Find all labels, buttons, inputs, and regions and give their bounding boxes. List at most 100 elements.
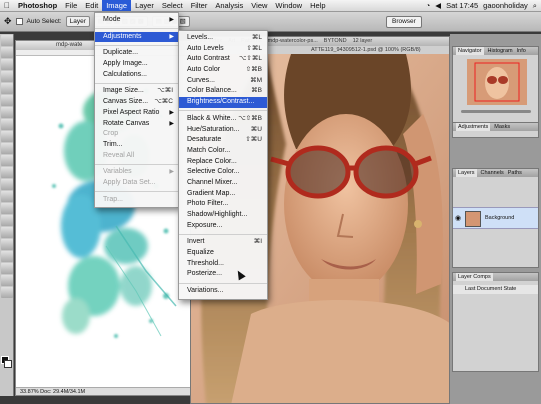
adjustments-item-gradient-map[interactable]: Gradient Map... bbox=[179, 189, 267, 200]
menu-photoshop[interactable]: Photoshop bbox=[14, 0, 61, 11]
adjustments-item-invert[interactable]: Invert ⌘I bbox=[179, 237, 267, 248]
image-menu-item-calculations[interactable]: Calculations... bbox=[95, 70, 178, 81]
layer-comps-tab[interactable]: Layer Comps bbox=[456, 273, 493, 281]
layer-row[interactable]: ◉ Background bbox=[453, 207, 538, 229]
layers-tab[interactable]: Paths bbox=[508, 169, 522, 177]
adjustments-item-equalize[interactable]: Equalize bbox=[179, 248, 267, 259]
adjustments-item-levels[interactable]: Levels... ⌘L bbox=[179, 33, 267, 44]
apple-icon[interactable]:  bbox=[0, 1, 14, 10]
zoom-tool-icon[interactable] bbox=[1, 287, 13, 298]
clone-stamp-tool-icon[interactable] bbox=[1, 131, 13, 142]
zoom-slider[interactable] bbox=[461, 110, 531, 113]
image-menu-item-apply-image[interactable]: Apply Image... bbox=[95, 59, 178, 70]
menu-layer[interactable]: Layer bbox=[131, 0, 158, 11]
navigator-panel: Navigator Histogram Info bbox=[452, 46, 539, 124]
move-tool-icon[interactable] bbox=[1, 35, 13, 46]
menu-filter[interactable]: Filter bbox=[187, 0, 212, 11]
visibility-eye-icon[interactable]: ◉ bbox=[455, 214, 461, 222]
wifi-icon[interactable]: ◔ bbox=[426, 0, 431, 11]
menu-window[interactable]: Window bbox=[271, 0, 306, 11]
menu-item-label: Threshold... bbox=[187, 259, 224, 267]
3d-orbit-tool-icon[interactable] bbox=[1, 263, 13, 274]
navigator-tab[interactable]: Info bbox=[517, 47, 526, 55]
document-tab[interactable]: 12 layer bbox=[350, 38, 376, 44]
adjustments-item-auto-levels[interactable]: Auto Levels ⇧⌘L bbox=[179, 44, 267, 55]
menu-analysis[interactable]: Analysis bbox=[211, 0, 247, 11]
document-tab[interactable]: mdp-watercolor-ps... bbox=[265, 38, 321, 44]
type-tool-icon[interactable] bbox=[1, 215, 13, 226]
auto-select-dropdown[interactable]: Layer bbox=[65, 16, 90, 27]
adjustments-item-match-color[interactable]: Match Color... bbox=[179, 146, 267, 157]
clock-text[interactable]: Sat 17:45 bbox=[446, 0, 478, 11]
layers-tab[interactable]: Channels bbox=[481, 169, 504, 177]
history-item[interactable]: Last Document State bbox=[453, 285, 538, 294]
adjustments-item-posterize[interactable]: Posterize... bbox=[179, 269, 267, 280]
3d-rotate-tool-icon[interactable] bbox=[1, 251, 13, 262]
background-color-swatch[interactable] bbox=[4, 360, 12, 368]
menu-view[interactable]: View bbox=[247, 0, 271, 11]
path-select-tool-icon[interactable] bbox=[1, 227, 13, 238]
blur-tool-icon[interactable] bbox=[1, 179, 13, 190]
adjustments-item-auto-color[interactable]: Auto Color ⇧⌘B bbox=[179, 65, 267, 76]
menu-edit[interactable]: Edit bbox=[81, 0, 102, 11]
adjustments-item-selective-color[interactable]: Selective Color... bbox=[179, 167, 267, 178]
pen-tool-icon[interactable] bbox=[1, 203, 13, 214]
image-menu-item-pixel-aspect-ratio[interactable]: Pixel Aspect Ratio ▶ bbox=[95, 108, 178, 119]
submenu-arrow-icon: ▶ bbox=[169, 120, 174, 127]
adjustments-item-curves[interactable]: Curves... ⌘M bbox=[179, 76, 267, 87]
auto-select-checkbox[interactable] bbox=[15, 18, 23, 25]
dodge-tool-icon[interactable] bbox=[1, 191, 13, 202]
adjustments-item-desaturate[interactable]: Desaturate ⇧⌘U bbox=[179, 135, 267, 146]
layer-name[interactable]: Background bbox=[485, 215, 514, 221]
navigator-tab[interactable]: Histogram bbox=[488, 47, 513, 55]
layers-tab[interactable]: Layers bbox=[456, 169, 477, 177]
navigator-thumbnail[interactable] bbox=[467, 59, 527, 105]
adjustments-item-color-balance[interactable]: Color Balance... ⌘B bbox=[179, 86, 267, 97]
volume-icon[interactable]: ◀ bbox=[435, 0, 441, 11]
shape-tool-icon[interactable] bbox=[1, 239, 13, 250]
menu-image[interactable]: Image bbox=[102, 0, 132, 11]
image-menu-item-rotate-canvas[interactable]: Rotate Canvas ▶ bbox=[95, 119, 178, 130]
adjustments-item-threshold[interactable]: Threshold... bbox=[179, 259, 267, 270]
adjustments-item-channel-mixer[interactable]: Channel Mixer... bbox=[179, 178, 267, 189]
eraser-tool-icon[interactable] bbox=[1, 155, 13, 166]
eyedropper-tool-icon[interactable] bbox=[1, 95, 13, 106]
menu-item-label: Mode bbox=[103, 16, 121, 23]
quick-select-tool-icon[interactable] bbox=[1, 71, 13, 82]
menu-item-shortcut: ⌥⇧⌘L bbox=[238, 55, 262, 63]
crop-tool-icon[interactable] bbox=[1, 83, 13, 94]
adjustments-item-variations[interactable]: Variations... bbox=[179, 286, 267, 297]
adjustments-item-shadow-highlight[interactable]: Shadow/Highlight... bbox=[179, 210, 267, 221]
navigator-tab[interactable]: Navigator bbox=[456, 47, 484, 55]
adjustments-tab[interactable]: Adjustments bbox=[456, 123, 491, 131]
image-menu-item-image-size[interactable]: Image Size... ⌥⌘I bbox=[95, 86, 178, 97]
spotlight-icon[interactable]: ⌕ bbox=[533, 0, 537, 11]
gradient-tool-icon[interactable] bbox=[1, 167, 13, 178]
menu-help[interactable]: Help bbox=[306, 0, 329, 11]
user-name[interactable]: gaoonholiday bbox=[483, 0, 528, 11]
adjustments-item-brightness-contrast[interactable]: Brightness/Contrast... bbox=[179, 97, 267, 108]
marquee-tool-icon[interactable] bbox=[1, 47, 13, 58]
image-menu-item-mode[interactable]: Mode ▶ bbox=[95, 15, 178, 26]
move-tool-icon[interactable]: ✥ bbox=[4, 16, 12, 27]
hand-tool-icon[interactable] bbox=[1, 275, 13, 286]
healing-tool-icon[interactable] bbox=[1, 107, 13, 118]
adjustments-item-replace-color[interactable]: Replace Color... bbox=[179, 157, 267, 168]
image-menu-item-trim[interactable]: Trim... bbox=[95, 140, 178, 151]
adjustments-item-black-white[interactable]: Black & White... ⌥⇧⌘B bbox=[179, 114, 267, 125]
workspace-dropdown[interactable]: Browser bbox=[386, 16, 422, 28]
document-tab[interactable]: BYTOND bbox=[321, 38, 350, 44]
adjustments-item-hue-saturation[interactable]: Hue/Saturation... ⌘U bbox=[179, 125, 267, 136]
menu-select[interactable]: Select bbox=[158, 0, 187, 11]
image-menu-item-adjustments[interactable]: Adjustments ▶ bbox=[95, 31, 178, 43]
brush-tool-icon[interactable] bbox=[1, 119, 13, 130]
lasso-tool-icon[interactable] bbox=[1, 59, 13, 70]
adjustments-tab[interactable]: Masks bbox=[494, 123, 510, 131]
image-menu-item-duplicate[interactable]: Duplicate... bbox=[95, 48, 178, 59]
menu-file[interactable]: File bbox=[61, 0, 81, 11]
adjustments-item-photo-filter[interactable]: Photo Filter... bbox=[179, 199, 267, 210]
image-menu-item-canvas-size[interactable]: Canvas Size... ⌥⌘C bbox=[95, 97, 178, 108]
adjustments-item-auto-contrast[interactable]: Auto Contrast ⌥⇧⌘L bbox=[179, 54, 267, 65]
adjustments-item-exposure[interactable]: Exposure... bbox=[179, 221, 267, 232]
history-brush-tool-icon[interactable] bbox=[1, 143, 13, 154]
